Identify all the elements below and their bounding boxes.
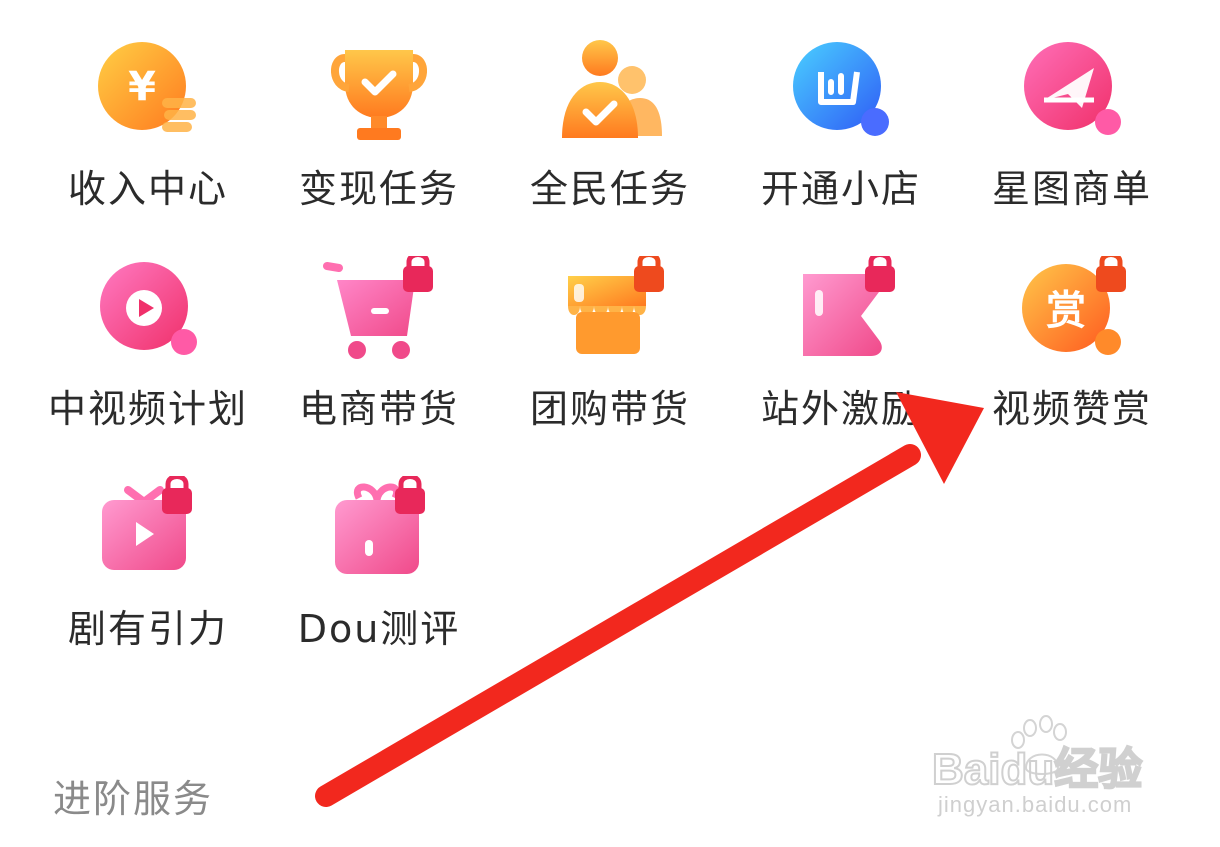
- video-play-icon: [100, 262, 197, 355]
- shop-awning-locked-icon: [568, 256, 664, 354]
- service-open-shop[interactable]: 开通小店: [726, 30, 956, 240]
- service-income-center[interactable]: ¥ 收入中心: [33, 30, 263, 240]
- watermark-brand: Baidu经验: [932, 745, 1142, 794]
- service-dou-review[interactable]: Dou测评: [264, 470, 494, 680]
- service-label: 剧有引力: [67, 607, 228, 651]
- service-mid-video-plan[interactable]: 中视频计划: [33, 250, 263, 460]
- service-label: 收入中心: [67, 167, 228, 211]
- service-ecommerce[interactable]: 电商带货: [264, 250, 494, 460]
- service-label: 开通小店: [760, 167, 921, 211]
- watermark-url: jingyan.baidu.com: [938, 792, 1133, 817]
- service-group-buy[interactable]: 团购带货: [495, 250, 725, 460]
- service-label: 星图商单: [991, 167, 1152, 211]
- service-label: 中视频计划: [47, 387, 248, 431]
- service-monetize-tasks[interactable]: 变现任务: [264, 30, 494, 240]
- grid-row-1: ¥ 收入中心 变现任务 全民任务 开通小店 星图商单: [33, 30, 1187, 250]
- shopping-cart-locked-icon: [323, 256, 433, 359]
- service-video-reward[interactable]: 赏 视频赞赏: [957, 250, 1187, 460]
- service-drama-gravity[interactable]: 剧有引力: [33, 470, 263, 680]
- service-star-map[interactable]: 星图商单: [957, 30, 1187, 240]
- grid-row-3: 剧有引力 Dou测评: [33, 470, 1187, 690]
- reward-locked-icon: 赏: [1022, 256, 1126, 355]
- service-label: 团购带货: [529, 387, 690, 431]
- star-map-icon: [1024, 42, 1121, 135]
- service-label: 视频赞赏: [991, 387, 1152, 431]
- people-check-icon: [562, 40, 662, 138]
- drama-tv-locked-icon: [102, 476, 192, 570]
- gift-box-locked-icon: [335, 476, 425, 574]
- reward-badge-text: 赏: [1046, 288, 1086, 334]
- service-label: 全民任务: [529, 167, 690, 211]
- store-chart-icon: [793, 42, 889, 136]
- service-grid: ¥ 收入中心 变现任务 全民任务 开通小店 星图商单 中视频计划 电商带货 团购…: [33, 30, 1187, 690]
- service-label: 站外激励: [760, 387, 921, 431]
- service-label: 变现任务: [298, 167, 459, 211]
- income-coin-icon: ¥: [98, 42, 196, 132]
- section-title-advanced-services: 进阶服务: [53, 777, 214, 821]
- trophy-icon: [331, 50, 427, 140]
- flag-locked-icon: [803, 256, 895, 356]
- page: ¥ 收入中心 变现任务 全民任务 开通小店 星图商单 中视频计划 电商带货 团购…: [0, 0, 1220, 847]
- grid-row-2: 中视频计划 电商带货 团购带货 站外激励 赏 视频赞赏: [33, 250, 1187, 470]
- service-offsite-incentive[interactable]: 站外激励: [726, 250, 956, 460]
- service-public-tasks[interactable]: 全民任务: [495, 30, 725, 240]
- service-label: 电商带货: [298, 387, 459, 431]
- svg-text:¥: ¥: [128, 64, 156, 110]
- service-label: Dou测评: [297, 607, 461, 651]
